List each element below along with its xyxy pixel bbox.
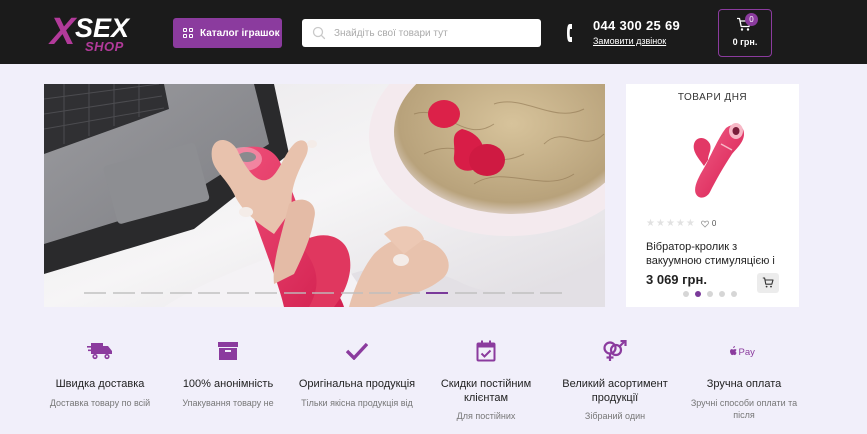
cart-icon bbox=[762, 277, 774, 288]
search-bar[interactable] bbox=[302, 19, 541, 47]
phone-number[interactable]: 044 300 25 69 bbox=[593, 18, 680, 33]
hero-slider-dot[interactable] bbox=[511, 292, 534, 294]
product-name[interactable]: Вібратор-кролик з вакуумною стимуляцією … bbox=[646, 240, 786, 268]
heart-icon[interactable] bbox=[700, 220, 709, 228]
product-slider-dot[interactable] bbox=[695, 291, 701, 297]
cart-total: 0 грн. bbox=[732, 37, 758, 47]
product-slider-dot[interactable] bbox=[719, 291, 725, 297]
feature-description: Тільки якісна продукція від bbox=[301, 397, 413, 408]
catalog-label: Каталог іграшок bbox=[200, 27, 280, 39]
feature-title: 100% анонімність bbox=[182, 378, 274, 390]
star-icon: ★ bbox=[675, 218, 685, 229]
hero-slider-dot[interactable] bbox=[369, 292, 391, 294]
hero-slider-dots bbox=[84, 292, 569, 294]
feature-payment: Pay Зручна оплата Зручні способи оплати … bbox=[682, 338, 806, 421]
feature-original: Оригінальна продукція Тільки якісна прод… bbox=[295, 338, 419, 409]
product-of-day-panel: ТОВАРИ ДНЯ ★ ★ ★ ★ ★ 0 Вібратор-кролик з… bbox=[626, 84, 799, 307]
cart-button[interactable]: 0 0 грн. bbox=[718, 9, 772, 57]
product-price: 3 069 грн. bbox=[646, 272, 707, 287]
site-header: X SEX SHOP Каталог іграшок 044 300 25 69… bbox=[0, 0, 867, 64]
logo-x: X bbox=[50, 11, 75, 53]
star-icon: ★ bbox=[655, 218, 665, 229]
feature-fast-delivery: Швидка доставка Доставка товару по всій bbox=[38, 338, 162, 409]
hero-slider-dot[interactable] bbox=[426, 292, 448, 294]
hero-slider-dot[interactable] bbox=[112, 292, 135, 294]
phone-icon bbox=[567, 24, 572, 42]
hero-slider-dot[interactable] bbox=[312, 292, 334, 294]
product-image[interactable] bbox=[674, 114, 754, 200]
feature-title: Зручна оплата bbox=[706, 378, 782, 390]
hero-banner[interactable] bbox=[44, 84, 605, 307]
callback-link[interactable]: Замовити дзвінок bbox=[593, 36, 666, 46]
product-of-day-title: ТОВАРИ ДНЯ bbox=[677, 92, 748, 103]
features-section: Швидка доставка Доставка товару по всій … bbox=[38, 338, 827, 434]
feature-description: Доставка товару по всій bbox=[49, 397, 151, 408]
product-slider-dot[interactable] bbox=[731, 291, 737, 297]
feature-description: Для постійних bbox=[456, 411, 516, 421]
feature-title: Великий асортимент продукції bbox=[562, 378, 668, 404]
site-logo[interactable]: X SEX SHOP bbox=[50, 13, 150, 55]
feature-discounts: Скидки постійним клієнтам Для постійних bbox=[424, 338, 548, 422]
cart-count-badge: 0 bbox=[745, 13, 758, 26]
add-to-cart-button[interactable] bbox=[757, 273, 779, 293]
product-rating: ★ ★ ★ ★ ★ 0 bbox=[646, 218, 716, 229]
feature-title: Скидки постійним клієнтам bbox=[440, 378, 532, 404]
hero-slider-dot[interactable] bbox=[141, 292, 163, 294]
hero-slider-dot[interactable] bbox=[454, 292, 477, 294]
hero-slider-dot[interactable] bbox=[340, 292, 363, 294]
gender-icon bbox=[603, 340, 627, 361]
package-icon bbox=[218, 342, 238, 360]
logo-shop: SHOP bbox=[85, 39, 124, 54]
feature-title: Оригінальна продукція bbox=[298, 378, 416, 390]
hero-slider-dot[interactable] bbox=[198, 292, 220, 294]
hero-slider-dot[interactable] bbox=[84, 292, 106, 294]
feature-description: Зручні способи оплати та після bbox=[690, 397, 798, 420]
feature-description: Упакування товару не bbox=[182, 397, 274, 408]
hero-slider-dot[interactable] bbox=[283, 292, 306, 294]
checkmark-icon bbox=[346, 342, 368, 360]
search-input[interactable] bbox=[334, 27, 524, 39]
product-slider-dots bbox=[683, 291, 743, 297]
grid-icon bbox=[183, 28, 193, 38]
hero-slider-dot[interactable] bbox=[483, 292, 505, 294]
truck-icon bbox=[87, 343, 112, 360]
svg-text:Pay: Pay bbox=[739, 347, 756, 358]
feature-anonymity: 100% анонімність Упакування товару не bbox=[166, 338, 290, 409]
hero-image bbox=[44, 84, 605, 307]
hero-slider-dot[interactable] bbox=[255, 292, 277, 294]
feature-description: Зібраний один bbox=[584, 411, 646, 421]
star-icon: ★ bbox=[685, 218, 695, 229]
hero-slider-dot[interactable] bbox=[540, 292, 562, 294]
star-icon: ★ bbox=[665, 218, 675, 229]
product-slider-dot[interactable] bbox=[683, 291, 689, 297]
star-icon: ★ bbox=[646, 218, 655, 229]
logo-sex: SEX bbox=[75, 13, 130, 43]
feature-title: Швидка доставка bbox=[55, 378, 145, 390]
search-icon bbox=[312, 26, 326, 40]
hero-slider-dot[interactable] bbox=[397, 292, 420, 294]
catalog-button[interactable]: Каталог іграшок bbox=[173, 18, 282, 48]
calendar-check-icon bbox=[476, 340, 496, 362]
review-count: 0 bbox=[711, 219, 717, 228]
hero-slider-dot[interactable] bbox=[226, 292, 249, 294]
feature-assortment: Великий асортимент продукції Зібраний од… bbox=[553, 338, 677, 422]
hero-slider-dot[interactable] bbox=[169, 292, 192, 294]
apple-pay-icon: Pay bbox=[730, 346, 756, 358]
product-slider-dot[interactable] bbox=[707, 291, 713, 297]
